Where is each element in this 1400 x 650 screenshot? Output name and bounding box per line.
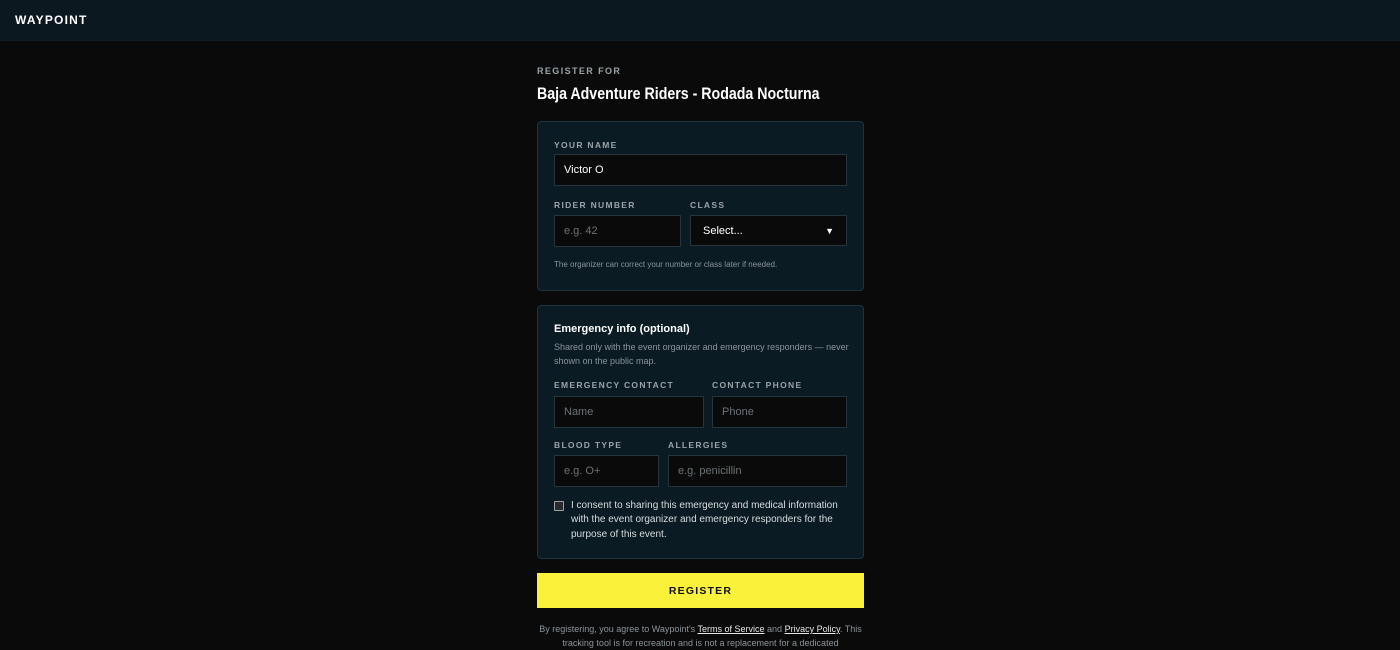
- allergies-input[interactable]: [668, 455, 847, 487]
- blood-type-label: BLOOD TYPE: [554, 440, 623, 450]
- fineprint-and: and: [764, 624, 785, 634]
- emergency-info-card: Emergency info (optional) Shared only wi…: [537, 305, 864, 559]
- your-name-input[interactable]: [554, 154, 847, 186]
- top-nav-bar: WAYPOINT: [0, 0, 1400, 41]
- emergency-section-title: Emergency info (optional): [554, 323, 690, 335]
- consent-checkbox[interactable]: [554, 501, 564, 511]
- rider-info-card: YOUR NAME RIDER NUMBER CLASS Select... ▼…: [537, 121, 864, 291]
- consent-text[interactable]: I consent to sharing this emergency and …: [571, 499, 841, 542]
- class-label: CLASS: [690, 200, 726, 210]
- register-for-label: REGISTER FOR: [537, 66, 622, 76]
- contact-phone-label: CONTACT PHONE: [712, 380, 803, 390]
- terms-of-service-link[interactable]: Terms of Service: [698, 624, 765, 634]
- rider-number-input[interactable]: [554, 215, 681, 247]
- contact-phone-input[interactable]: [712, 396, 847, 428]
- emergency-section-description: Shared only with the event organizer and…: [554, 342, 849, 366]
- emergency-contact-input[interactable]: [554, 396, 704, 428]
- chevron-down-icon: ▼: [825, 225, 834, 236]
- register-button[interactable]: REGISTER: [537, 573, 864, 608]
- class-select[interactable]: Select... ▼: [690, 215, 847, 246]
- rider-hint-text: The organizer can correct your number or…: [554, 260, 778, 269]
- privacy-policy-link[interactable]: Privacy Policy: [785, 624, 840, 634]
- legal-fineprint: By registering, you agree to Waypoint's …: [527, 622, 874, 650]
- class-select-value: Select...: [703, 224, 743, 237]
- blood-type-input[interactable]: [554, 455, 659, 487]
- emergency-contact-label: EMERGENCY CONTACT: [554, 380, 675, 390]
- fineprint-prefix: By registering, you agree to Waypoint's: [539, 624, 698, 634]
- your-name-label: YOUR NAME: [554, 140, 618, 150]
- brand-logo[interactable]: WAYPOINT: [15, 13, 88, 27]
- rider-number-label: RIDER NUMBER: [554, 200, 636, 210]
- event-title: Baja Adventure Riders - Rodada Nocturna: [537, 85, 820, 103]
- allergies-label: ALLERGIES: [668, 440, 729, 450]
